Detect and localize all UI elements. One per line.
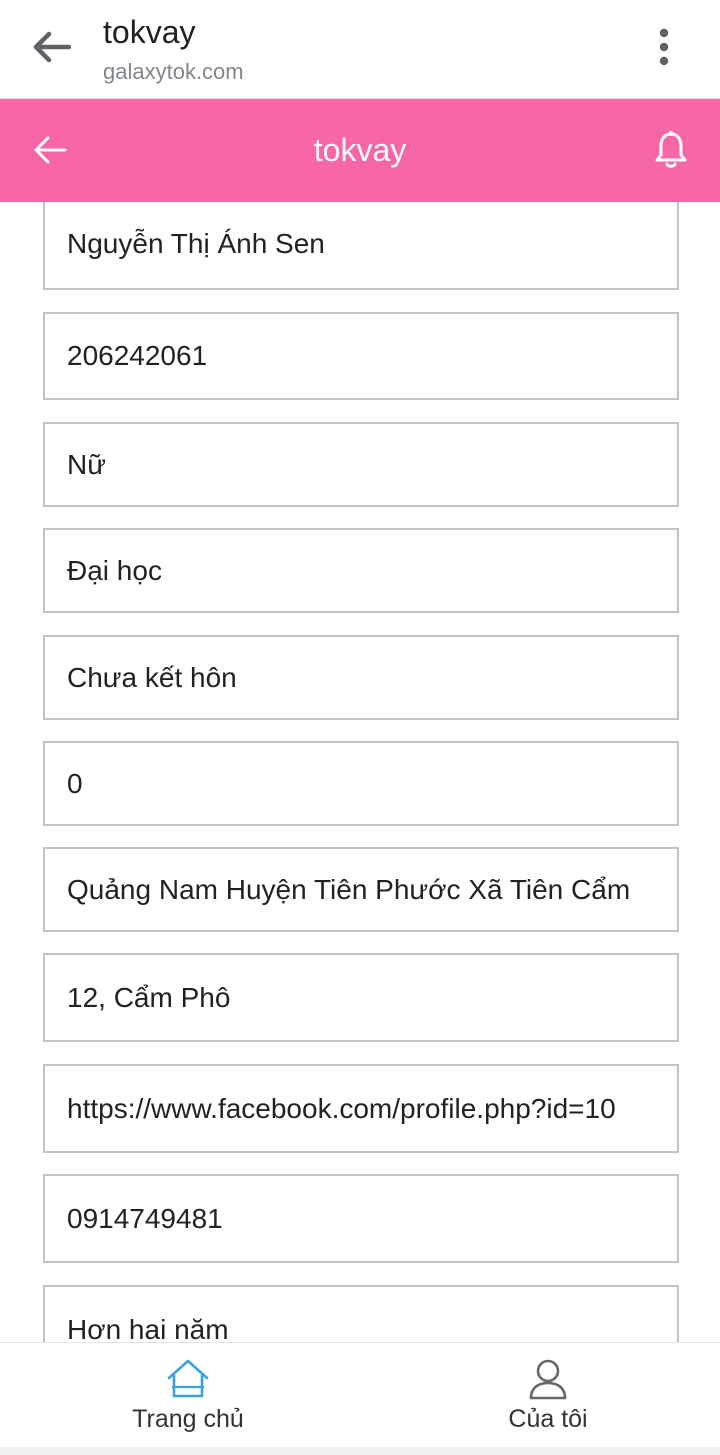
- browser-page-title: tokvay: [103, 14, 196, 50]
- user-icon: [529, 1359, 567, 1400]
- work-duration-field[interactable]: Hơn hai năm: [43, 1285, 679, 1342]
- home-icon: [167, 1359, 209, 1398]
- field-value: 12, Cẩm Phô: [67, 981, 231, 1013]
- browser-menu-button[interactable]: [640, 24, 688, 70]
- app-header: tokvay: [0, 98, 720, 202]
- field-value: Chưa kết hôn: [67, 661, 237, 693]
- bottom-nav: Trang chủ Của tôi: [0, 1342, 720, 1447]
- browser-back-button[interactable]: [26, 24, 76, 70]
- arrow-left-icon: [34, 136, 67, 164]
- more-vertical-icon: [659, 28, 669, 66]
- nav-me[interactable]: Của tôi: [418, 1343, 678, 1447]
- field-value: Hơn hai năm: [67, 1313, 229, 1343]
- nav-home-label: Trang chủ: [132, 1405, 244, 1433]
- street-address-field[interactable]: 12, Cẩm Phô: [43, 953, 679, 1042]
- arrow-left-icon: [33, 31, 71, 63]
- field-value: Nguyễn Thị Ánh Sen: [67, 228, 325, 259]
- field-value: 0: [67, 767, 83, 799]
- browser-bar: tokvay galaxytok.com: [0, 0, 720, 98]
- address-field[interactable]: Quảng Nam Huyện Tiên Phước Xã Tiên Cẩm: [43, 847, 679, 932]
- field-value: Nữ: [67, 448, 106, 480]
- browser-url[interactable]: galaxytok.com: [103, 58, 244, 86]
- gender-field[interactable]: Nữ: [43, 422, 679, 507]
- facebook-url-field[interactable]: https://www.facebook.com/profile.php?id=…: [43, 1064, 679, 1153]
- id-number-field[interactable]: 206242061: [43, 312, 679, 400]
- field-value: https://www.facebook.com/profile.php?id=…: [67, 1092, 616, 1124]
- system-gesture-bar: [0, 1447, 720, 1455]
- nav-home[interactable]: Trang chủ: [58, 1343, 318, 1447]
- field-value: Quảng Nam Huyện Tiên Phước Xã Tiên Cẩm: [67, 873, 631, 905]
- nav-me-label: Của tôi: [508, 1405, 588, 1433]
- notifications-button[interactable]: [643, 127, 699, 173]
- education-field[interactable]: Đại học: [43, 528, 679, 613]
- profile-form: Nguyễn Thị Ánh Sen 206242061 Nữ Đại học …: [0, 202, 720, 1342]
- children-count-field[interactable]: 0: [43, 741, 679, 826]
- page-title: tokvay: [313, 132, 407, 168]
- marital-status-field[interactable]: Chưa kết hôn: [43, 635, 679, 720]
- full-name-field[interactable]: Nguyễn Thị Ánh Sen: [43, 202, 679, 290]
- back-button[interactable]: [22, 127, 78, 173]
- field-value: 206242061: [67, 340, 208, 371]
- field-value: 0914749481: [67, 1202, 223, 1234]
- phone-field[interactable]: 0914749481: [43, 1174, 679, 1263]
- bell-icon: [655, 131, 687, 168]
- field-value: Đại học: [67, 554, 162, 586]
